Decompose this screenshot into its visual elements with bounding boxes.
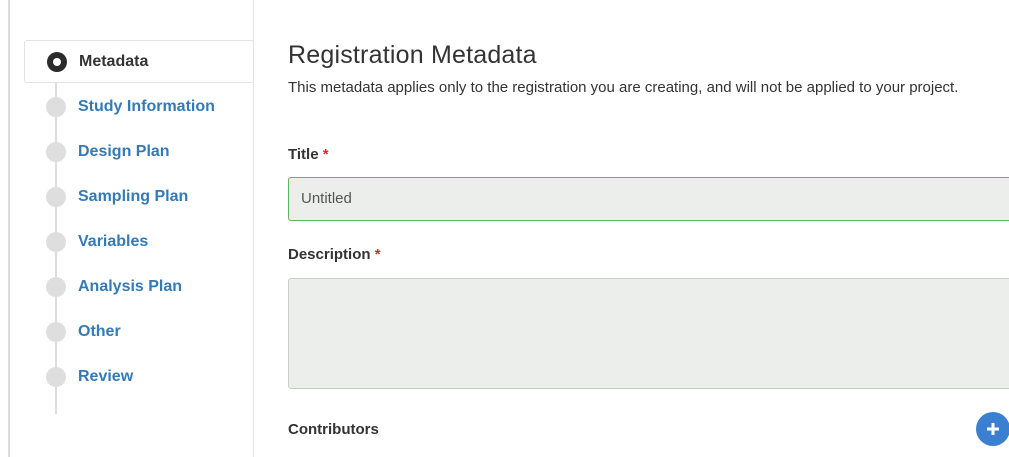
title-label-text: Title [288, 146, 319, 163]
description-textarea[interactable] [288, 278, 1009, 389]
step-label: Metadata [79, 52, 149, 70]
title-input[interactable]: Untitled [288, 177, 1009, 221]
page-frame-line [8, 0, 10, 457]
step-review[interactable]: Review [24, 354, 254, 399]
title-field-label: Title * [288, 146, 329, 163]
description-label-text: Description [288, 246, 371, 263]
page-title: Registration Metadata [288, 41, 537, 69]
metadata-form: Registration Metadata This metadata appl… [288, 36, 1009, 438]
step-metadata[interactable]: Metadata [24, 40, 254, 83]
step-active-icon [47, 51, 67, 72]
intro-text: This metadata applies only to the regist… [288, 79, 959, 96]
step-study-information[interactable]: Study Information [24, 84, 254, 129]
steps-sidebar: Metadata Study Information Design Plan S… [24, 40, 254, 414]
step-label[interactable]: Design Plan [78, 143, 170, 161]
required-marker: * [374, 246, 381, 263]
plus-icon [987, 423, 999, 435]
step-pending-icon [46, 276, 66, 297]
contributors-label: Contributors [288, 421, 379, 438]
step-pending-icon [46, 321, 66, 342]
required-marker: * [322, 146, 329, 163]
step-pending-icon [46, 366, 66, 387]
step-analysis-plan[interactable]: Analysis Plan [24, 264, 254, 309]
step-pending-icon [46, 96, 66, 117]
registration-page: Metadata Study Information Design Plan S… [0, 0, 1009, 457]
step-other[interactable]: Other [24, 309, 254, 354]
step-pending-icon [46, 231, 66, 252]
step-label[interactable]: Other [78, 323, 121, 341]
step-pending-icon [46, 141, 66, 162]
description-field-label: Description * [288, 246, 381, 263]
add-contributor-button[interactable] [976, 412, 1009, 446]
step-variables[interactable]: Variables [24, 219, 254, 264]
step-label[interactable]: Analysis Plan [78, 278, 182, 296]
step-label[interactable]: Review [78, 368, 133, 386]
step-sampling-plan[interactable]: Sampling Plan [24, 174, 254, 219]
step-label[interactable]: Variables [78, 233, 148, 251]
step-label[interactable]: Sampling Plan [78, 188, 188, 206]
step-label[interactable]: Study Information [78, 98, 215, 116]
step-pending-icon [46, 186, 66, 207]
step-design-plan[interactable]: Design Plan [24, 129, 254, 174]
